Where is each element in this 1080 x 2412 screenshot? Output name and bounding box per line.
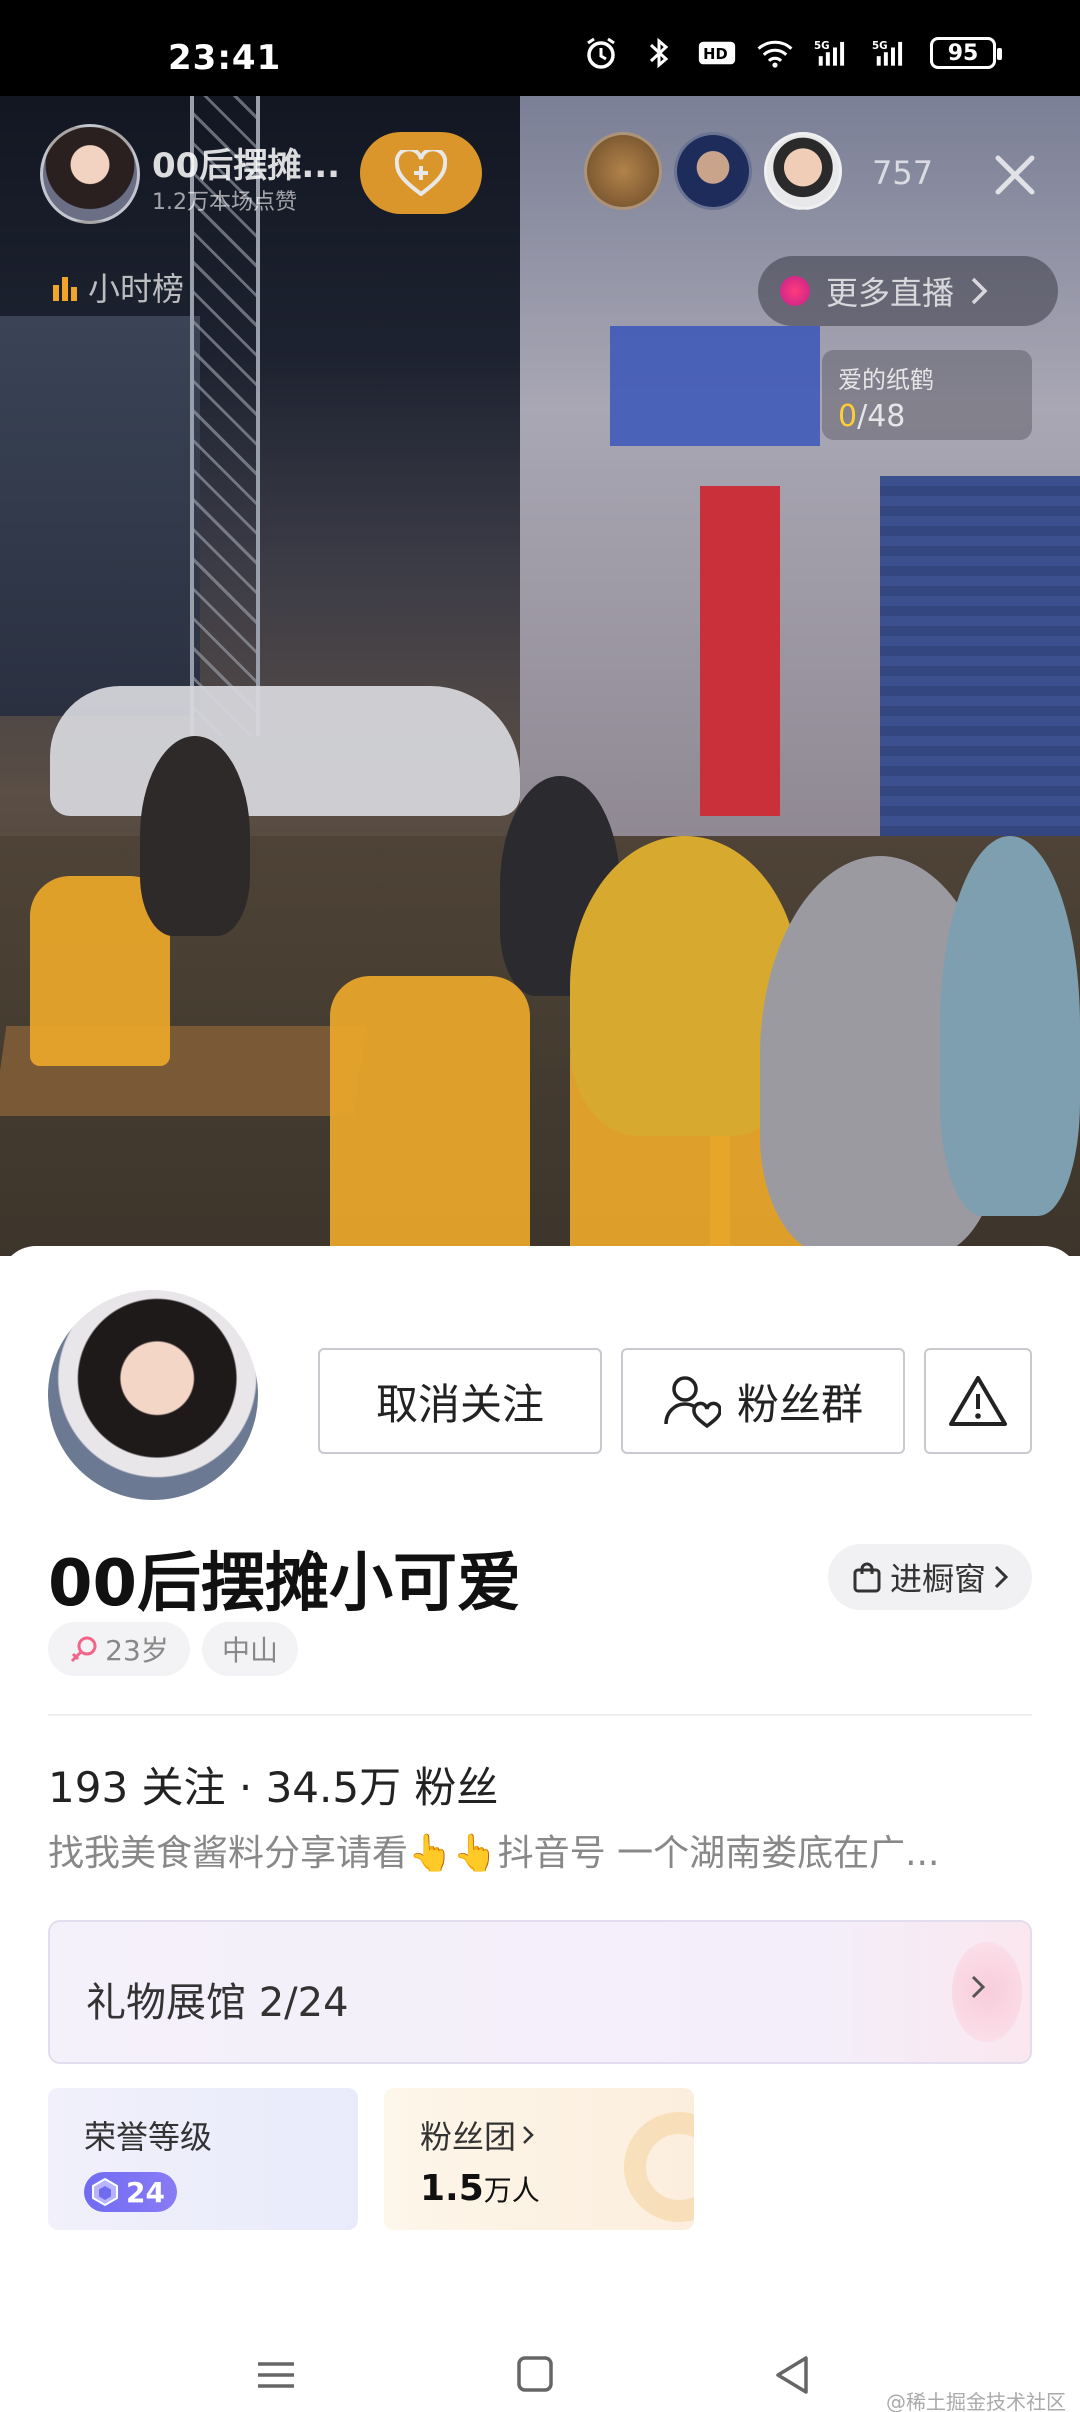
- audience-avatar[interactable]: [764, 132, 842, 210]
- profile-sheet: 取消关注 粉丝群 00后摆摊小可爱 进橱窗 23岁 中山 193 关注 · 34…: [0, 1246, 1080, 2412]
- shop-window-button[interactable]: 进橱窗: [828, 1544, 1032, 1610]
- gift-decoration: [952, 1942, 1022, 2042]
- hd-icon: HD: [698, 34, 736, 72]
- watermark: @稀土掘金技术社区: [886, 2390, 1066, 2412]
- honor-level-title: 荣誉等级: [84, 2118, 213, 2156]
- live-dot-icon: [780, 276, 810, 306]
- battery-indicator: 95: [930, 37, 1002, 69]
- follow-heart-button[interactable]: [360, 132, 482, 214]
- unfollow-label: 取消关注: [375, 1379, 544, 1429]
- profile-avatar[interactable]: [48, 1290, 258, 1500]
- triangle-back-icon: [776, 2356, 808, 2394]
- audience-avatars[interactable]: [584, 132, 842, 210]
- viewer-count[interactable]: 757: [872, 154, 933, 192]
- host-name: 00后摆摊...: [152, 146, 341, 186]
- level-value: 24: [126, 2175, 165, 2209]
- close-button[interactable]: [990, 150, 1040, 200]
- fans-club-title: 粉丝团: [420, 2118, 517, 2156]
- fans-club-card[interactable]: 粉丝团 1.5万人: [384, 2088, 694, 2230]
- scene-building-left: [0, 316, 200, 716]
- honor-level-card[interactable]: 荣誉等级 24: [48, 2088, 358, 2230]
- audience-avatar[interactable]: [674, 132, 752, 210]
- bluetooth-icon: [640, 34, 678, 72]
- scene-car: [50, 686, 520, 816]
- scene-building-right: [520, 96, 1080, 876]
- profile-nickname: 00后摆摊小可爱: [48, 1547, 522, 1621]
- user-heart-icon: [664, 1376, 721, 1428]
- menu-button[interactable]: [246, 2350, 306, 2400]
- follow-stats[interactable]: 193 关注 · 34.5万 粉丝: [48, 1754, 498, 1815]
- warning-icon: [949, 1376, 1007, 1426]
- level-badge: 24: [84, 2172, 177, 2212]
- chevron-right-icon: [523, 2126, 534, 2144]
- gift-hall-label: 礼物展馆 2/24: [86, 1980, 349, 2026]
- wifi-icon: [756, 34, 794, 72]
- menu-icon: [258, 2362, 294, 2388]
- hour-rank-label: 小时榜: [88, 270, 185, 308]
- fans-club-count: 1.5万人: [420, 2168, 540, 2209]
- heart-plus-icon: [395, 150, 447, 196]
- alarm-icon: [582, 34, 620, 72]
- bar-chart-icon: [53, 277, 77, 301]
- chevron-right-icon: [971, 1975, 986, 1999]
- square-icon: [517, 2356, 553, 2392]
- divider: [48, 1714, 1032, 1716]
- paper-crane-task[interactable]: 爱的纸鹤 0/48: [822, 350, 1032, 440]
- shopping-bag-icon: [853, 1562, 881, 1593]
- fans-club-title-row: 粉丝团: [420, 2112, 658, 2158]
- crane-progress: 0/48: [838, 399, 906, 434]
- status-bar: 23:41 HD 5G 5G 95: [0, 0, 1080, 96]
- age-tag: 23岁: [48, 1622, 190, 1676]
- female-icon: [71, 1636, 97, 1663]
- svg-text:HD: HD: [703, 46, 727, 63]
- host-likes: 1.2万本场点赞: [152, 190, 297, 215]
- audience-avatar[interactable]: [584, 132, 662, 210]
- city-tag: 中山: [202, 1622, 298, 1676]
- city-label: 中山: [221, 1634, 278, 1667]
- fans-group-label: 粉丝群: [736, 1379, 863, 1429]
- live-video[interactable]: 00后摆摊... 1.2万本场点赞 757 小时榜 更多直播 爱的纸鹤 0/48: [0, 96, 1080, 1256]
- svg-text:5G: 5G: [872, 40, 888, 52]
- status-time: 23:41: [168, 38, 282, 78]
- gift-hall-card[interactable]: 礼物展馆 2/24: [48, 1920, 1032, 2064]
- report-button[interactable]: [924, 1348, 1032, 1454]
- crane-title: 爱的纸鹤: [838, 366, 934, 394]
- more-live-label: 更多直播: [826, 274, 955, 312]
- svg-text:5G: 5G: [814, 40, 830, 52]
- more-live-button[interactable]: 更多直播: [758, 256, 1058, 326]
- shop-window-label: 进橱窗: [889, 1560, 986, 1598]
- unfollow-button[interactable]: 取消关注: [318, 1348, 602, 1454]
- chevron-right-icon: [971, 277, 988, 305]
- profile-bio[interactable]: 找我美食酱料分享请看👆👆抖音号 一个湖南娄底在广...: [48, 1824, 1032, 1876]
- close-icon: [995, 155, 1035, 195]
- host-avatar[interactable]: [40, 124, 140, 224]
- hexagon-icon: [92, 2177, 118, 2207]
- back-button[interactable]: [764, 2350, 824, 2400]
- hour-rank-button[interactable]: 小时榜: [52, 264, 184, 310]
- fans-group-button[interactable]: 粉丝群: [621, 1348, 905, 1454]
- home-button[interactable]: [505, 2350, 565, 2400]
- 5g-signal-icon: 5G: [872, 34, 910, 72]
- chevron-right-icon: [994, 1565, 1008, 1589]
- status-icons: HD 5G 5G 95: [582, 34, 1002, 72]
- age-label: 23岁: [105, 1634, 169, 1667]
- 5g-signal-icon: 5G: [814, 34, 852, 72]
